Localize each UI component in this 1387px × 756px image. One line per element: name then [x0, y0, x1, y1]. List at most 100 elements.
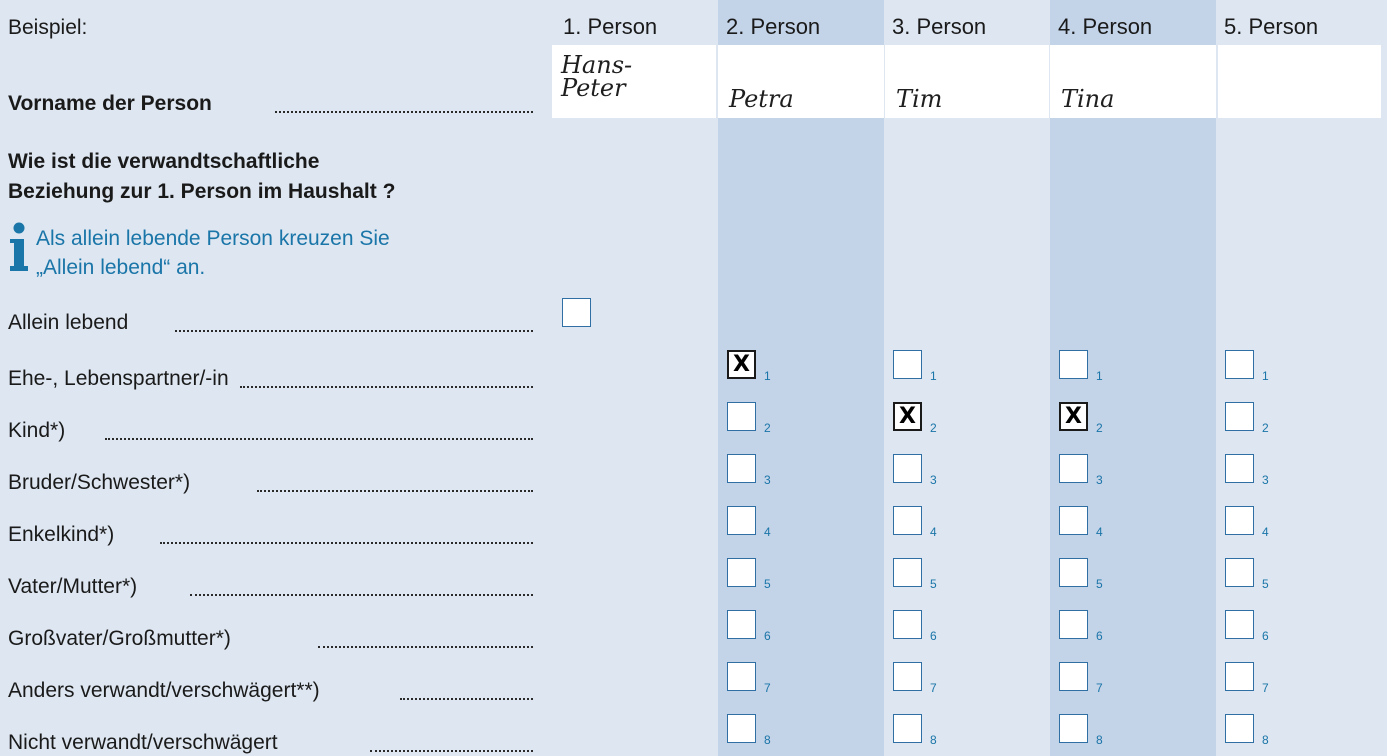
checkbox-person-3-option-6[interactable]	[893, 610, 922, 639]
option-code-person-2-1: 1	[764, 369, 771, 383]
column-header-person-2: 2. Person	[726, 14, 821, 39]
checkbox-person-2-option-8[interactable]	[727, 714, 756, 743]
option-code-person-3-6: 6	[930, 629, 937, 643]
checkbox-person-2-option-3[interactable]	[727, 454, 756, 483]
leader-dots-5	[190, 594, 533, 596]
option-code-person-2-6: 6	[764, 629, 771, 643]
relationship-label-4: Enkelkind*)	[8, 523, 115, 546]
checkbox-person-4-option-5[interactable]	[1059, 558, 1088, 587]
option-code-person-5-8: 8	[1262, 733, 1269, 747]
option-code-person-2-8: 8	[764, 733, 771, 747]
leader-dots-2	[105, 438, 533, 440]
checkbox-person-4-option-3[interactable]	[1059, 454, 1088, 483]
checkbox-person-3-option-4[interactable]	[893, 506, 922, 535]
checkbox-person-3-option-7[interactable]	[893, 662, 922, 691]
checkbox-person-2-option-1[interactable]: X	[727, 350, 756, 379]
checkbox-person-4-option-8[interactable]	[1059, 714, 1088, 743]
checkbox-person-5-option-7[interactable]	[1225, 662, 1254, 691]
option-code-person-5-3: 3	[1262, 473, 1269, 487]
checkbox-person-3-option-3[interactable]	[893, 454, 922, 483]
column-header-person-1: 1. Person	[563, 14, 658, 39]
relationship-label-1: Ehe-, Lebenspartner/-in	[8, 367, 229, 390]
name-field-person-1[interactable]: Hans- Peter	[552, 45, 716, 118]
column-header-person-5: 5. Person	[1224, 14, 1319, 39]
question-line-1: Wie ist die verwandtschaftliche	[8, 150, 320, 173]
checkbox-person-4-option-1[interactable]	[1059, 350, 1088, 379]
checkbox-person-5-option-5[interactable]	[1225, 558, 1254, 587]
option-code-person-4-7: 7	[1096, 681, 1103, 695]
checkbox-person-5-option-1[interactable]	[1225, 350, 1254, 379]
option-code-person-4-6: 6	[1096, 629, 1103, 643]
name-field-person-3[interactable]: Tim	[885, 45, 1049, 118]
checkbox-person-5-option-3[interactable]	[1225, 454, 1254, 483]
option-code-person-4-5: 5	[1096, 577, 1103, 591]
option-code-person-2-2: 2	[764, 421, 771, 435]
info-text-line-2: „Allein lebend“ an.	[36, 256, 206, 279]
leader-dots-1	[240, 386, 533, 388]
question-line-2: Beziehung zur 1. Person im Haushalt ?	[8, 180, 396, 203]
option-code-person-3-7: 7	[930, 681, 937, 695]
option-code-person-4-3: 3	[1096, 473, 1103, 487]
checkbox-person-4-option-7[interactable]	[1059, 662, 1088, 691]
checkbox-person-5-option-6[interactable]	[1225, 610, 1254, 639]
option-code-person-3-5: 5	[930, 577, 937, 591]
option-code-person-4-4: 4	[1096, 525, 1103, 539]
checkbox-person-2-option-5[interactable]	[727, 558, 756, 587]
column-header-person-3: 3. Person	[892, 14, 987, 39]
option-code-person-5-1: 1	[1262, 369, 1269, 383]
option-code-person-2-5: 5	[764, 577, 771, 591]
option-code-person-3-4: 4	[930, 525, 937, 539]
leader-dots-4	[160, 542, 533, 544]
leader-dots-3	[257, 490, 533, 492]
alone-label: Allein lebend	[8, 311, 129, 334]
relationship-label-2: Kind*)	[8, 419, 66, 442]
name-field-person-5[interactable]	[1218, 45, 1381, 118]
option-code-person-3-1: 1	[930, 369, 937, 383]
leader-dots-8	[370, 750, 533, 752]
leader-dots-6	[318, 646, 533, 648]
option-code-person-4-2: 2	[1096, 421, 1103, 435]
checkbox-person-2-option-7[interactable]	[727, 662, 756, 691]
option-code-person-5-5: 5	[1262, 577, 1269, 591]
leader-dots-7	[400, 698, 533, 700]
relationship-label-7: Anders verwandt/verschwägert**)	[8, 679, 320, 702]
option-code-person-3-3: 3	[930, 473, 937, 487]
checkbox-person-3-option-5[interactable]	[893, 558, 922, 587]
first-name-leader-dots	[275, 111, 533, 113]
example-label: Beispiel:	[8, 16, 88, 39]
checkbox-person-3-option-1[interactable]	[893, 350, 922, 379]
checkbox-person-2-option-6[interactable]	[727, 610, 756, 639]
checkbox-person-5-option-2[interactable]	[1225, 402, 1254, 431]
checkbox-person-3-option-8[interactable]	[893, 714, 922, 743]
info-icon	[8, 222, 30, 278]
option-code-person-4-1: 1	[1096, 369, 1103, 383]
checkbox-person-5-option-4[interactable]	[1225, 506, 1254, 535]
alone-leader-dots	[175, 330, 533, 332]
relationship-label-6: Großvater/Großmutter*)	[8, 627, 231, 650]
name-person-2: Petra	[729, 85, 794, 113]
option-code-person-5-6: 6	[1262, 629, 1269, 643]
checkbox-person-3-option-2[interactable]: X	[893, 402, 922, 431]
name-field-person-2[interactable]: Petra	[718, 45, 884, 118]
option-code-person-5-7: 7	[1262, 681, 1269, 695]
name-person-1-line2: Peter	[561, 74, 626, 102]
checkbox-person-4-option-2[interactable]: X	[1059, 402, 1088, 431]
column-header-person-4: 4. Person	[1058, 14, 1153, 39]
checkbox-person-4-option-4[interactable]	[1059, 506, 1088, 535]
relationship-label-8: Nicht verwandt/verschwägert	[8, 731, 278, 754]
name-person-4: Tina	[1061, 85, 1115, 113]
option-code-person-3-2: 2	[930, 421, 937, 435]
relationship-label-3: Bruder/Schwester*)	[8, 471, 191, 494]
name-field-person-4[interactable]: Tina	[1050, 45, 1216, 118]
checkbox-person-5-option-8[interactable]	[1225, 714, 1254, 743]
first-name-label: Vorname der Person	[8, 92, 212, 115]
info-text-line-1: Als allein lebende Person kreuzen Sie	[36, 227, 390, 250]
alone-checkbox[interactable]	[562, 298, 591, 327]
checkbox-person-2-option-2[interactable]	[727, 402, 756, 431]
checkbox-person-2-option-4[interactable]	[727, 506, 756, 535]
option-code-person-5-2: 2	[1262, 421, 1269, 435]
option-code-person-2-3: 3	[764, 473, 771, 487]
option-code-person-2-7: 7	[764, 681, 771, 695]
option-code-person-4-8: 8	[1096, 733, 1103, 747]
checkbox-person-4-option-6[interactable]	[1059, 610, 1088, 639]
